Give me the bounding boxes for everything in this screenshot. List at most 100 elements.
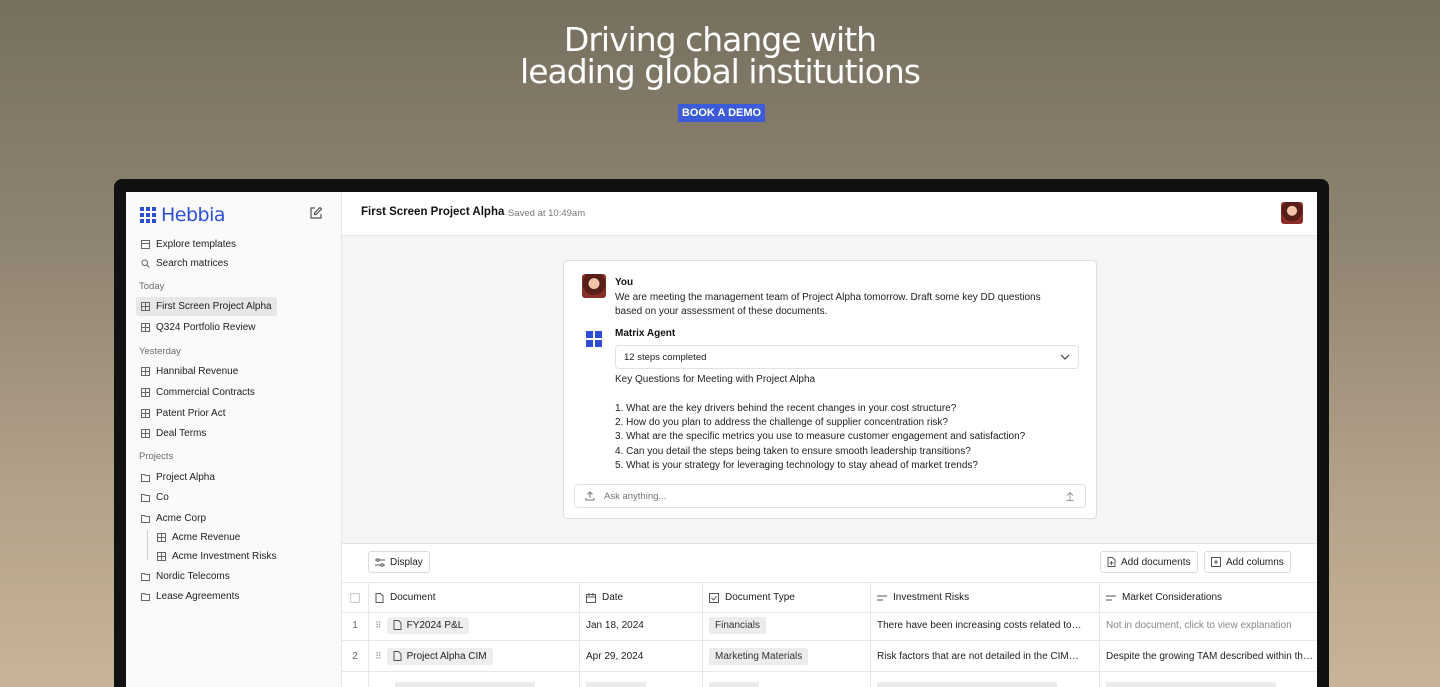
market-considerations-cell[interactable]: Not in document, click to view explanati… <box>1100 610 1317 640</box>
sidebar-item-label: Acme Investment Risks <box>172 551 277 562</box>
search-icon <box>141 259 150 268</box>
section-today: Today <box>139 281 165 292</box>
column-header-investment-risks[interactable]: Investment Risks <box>871 583 1100 612</box>
add-document-icon <box>1107 557 1116 567</box>
column-header-market-considerations[interactable]: Market Considerations <box>1100 583 1317 612</box>
document-type-cell[interactable]: Financials <box>703 610 871 640</box>
document-type-cell[interactable] <box>703 672 871 687</box>
folder-icon <box>141 474 150 482</box>
column-header-document[interactable]: Document <box>369 583 580 612</box>
tree-connector <box>147 530 148 560</box>
placeholder-bar <box>877 682 1057 687</box>
answer-item: 1. What are the key drivers behind the r… <box>615 403 957 414</box>
document-type-tag: Marketing Materials <box>709 647 809 665</box>
investment-risks-cell[interactable]: There have been increasing costs related… <box>871 610 1100 640</box>
sidebar-item-hannibal-revenue[interactable]: Hannibal Revenue <box>136 362 243 381</box>
column-label: Market Considerations <box>1122 592 1223 603</box>
matrix-icon <box>141 302 150 311</box>
sidebar-item-label: Co <box>156 492 169 503</box>
document-chip[interactable]: Project Alpha CIM <box>386 647 493 665</box>
chat-panel: You We are meeting the management team o… <box>342 236 1317 544</box>
sidebar-item-commercial-contracts[interactable]: Commercial Contracts <box>136 383 260 402</box>
table-row[interactable] <box>342 672 1317 687</box>
column-header-document-type[interactable]: Document Type <box>703 583 871 612</box>
sidebar-folder-nordic-telecoms[interactable]: Nordic Telecoms <box>136 567 235 586</box>
checkbox-icon <box>709 592 719 603</box>
select-all-cell <box>342 583 369 612</box>
column-label: Date <box>602 592 624 603</box>
investment-risks-cell[interactable]: Risk factors that are not detailed in th… <box>871 641 1100 671</box>
date-cell[interactable]: Apr 29, 2024 <box>580 641 703 671</box>
date-cell[interactable]: Jan 18, 2024 <box>580 610 703 640</box>
add-documents-button[interactable]: Add documents <box>1100 551 1198 573</box>
sidebar-folder-lease-agreements[interactable]: Lease Agreements <box>136 587 244 606</box>
add-columns-label: Add columns <box>1226 556 1284 568</box>
investment-risks-cell[interactable] <box>871 672 1100 687</box>
matrix-icon <box>141 323 150 332</box>
ask-input[interactable] <box>604 490 1056 502</box>
sidebar-item-acme-investment-risks[interactable]: Acme Investment Risks <box>152 547 281 566</box>
book-demo-button[interactable]: BOOK A DEMO <box>678 104 765 122</box>
sidebar-item-deal-terms[interactable]: Deal Terms <box>136 424 211 443</box>
add-column-icon <box>1211 557 1221 567</box>
document-cell[interactable] <box>369 672 580 687</box>
logo-text: Hebbia <box>161 204 226 226</box>
sidebar-item-first-screen-project-alpha[interactable]: First Screen Project Alpha <box>136 297 277 316</box>
sidebar-item-label: Hannibal Revenue <box>156 366 239 377</box>
document-cell[interactable]: ⠿ FY2024 P&L <box>369 610 580 640</box>
sidebar-search-matrices[interactable]: Search matrices <box>136 254 233 273</box>
sidebar-item-q324-portfolio-review[interactable]: Q324 Portfolio Review <box>136 318 261 337</box>
market-considerations-cell[interactable]: Despite the growing TAM described within… <box>1100 641 1317 671</box>
hebbia-logo-icon <box>140 207 156 223</box>
sidebar-explore-templates[interactable]: Explore templates <box>136 235 241 254</box>
market-considerations-cell[interactable] <box>1100 672 1317 687</box>
folder-icon <box>141 573 150 581</box>
add-documents-label: Add documents <box>1121 556 1191 568</box>
select-all-checkbox[interactable] <box>350 592 360 603</box>
column-header-date[interactable]: Date <box>580 583 703 612</box>
answer-list: 1. What are the key drivers behind the r… <box>615 402 1025 473</box>
sidebar-item-acme-revenue[interactable]: Acme Revenue <box>152 528 245 547</box>
sidebar-item-label: Search matrices <box>156 258 229 269</box>
sidebar-folder-co[interactable]: Co <box>136 488 174 507</box>
document-icon <box>393 651 402 661</box>
compose-icon[interactable] <box>309 206 323 220</box>
user-message: We are meeting the management team of Pr… <box>615 292 1041 317</box>
matrix-icon <box>141 429 150 438</box>
drag-handle-icon[interactable]: ⠿ <box>375 620 382 631</box>
top-bar: First Screen Project Alpha Saved at 10:4… <box>342 192 1317 236</box>
document-name: FY2024 P&L <box>406 619 464 631</box>
user-avatar[interactable] <box>1281 202 1303 224</box>
sliders-icon <box>375 557 385 567</box>
sidebar-item-label: Explore templates <box>156 239 237 250</box>
sidebar-folder-project-alpha[interactable]: Project Alpha <box>136 468 220 487</box>
steps-dropdown[interactable]: 12 steps completed <box>615 345 1079 369</box>
document-type-tag: Financials <box>709 616 767 634</box>
column-label: Investment Risks <box>893 592 970 603</box>
text-lines-icon <box>1106 595 1116 600</box>
table-row[interactable]: 1 ⠿ FY2024 P&L Jan 18, 2024 Financials T… <box>342 610 1317 641</box>
answer-item: 5. What is your strategy for leveraging … <box>615 459 978 471</box>
sidebar-item-patent-prior-act[interactable]: Patent Prior Act <box>136 404 230 423</box>
date-cell[interactable] <box>580 672 703 687</box>
document-chip[interactable]: FY2024 P&L <box>386 616 470 634</box>
matrix-icon <box>157 552 166 561</box>
sidebar-item-label: Acme Revenue <box>172 532 241 543</box>
drag-handle-icon[interactable]: ⠿ <box>375 651 382 662</box>
send-icon[interactable] <box>1065 491 1075 501</box>
matrix-icon <box>141 367 150 376</box>
sidebar-folder-acme-corp[interactable]: Acme Corp <box>136 509 211 528</box>
add-columns-button[interactable]: Add columns <box>1204 551 1291 573</box>
sidebar-item-label: Project Alpha <box>156 472 215 483</box>
app-screen: Hebbia Explore templates Search matrices… <box>126 192 1317 687</box>
document-type-cell[interactable]: Marketing Materials <box>703 641 871 671</box>
document-cell[interactable]: ⠿ Project Alpha CIM <box>369 641 580 671</box>
table-row[interactable]: 2 ⠿ Project Alpha CIM Apr 29, 2024 Marke… <box>342 641 1317 672</box>
row-number: 1 <box>342 610 369 640</box>
hero-title-line-2: leading global institutions <box>520 52 921 91</box>
row-number <box>342 672 369 687</box>
logo: Hebbia <box>140 204 226 226</box>
display-button[interactable]: Display <box>368 551 430 573</box>
sidebar: Hebbia Explore templates Search matrices… <box>126 192 342 687</box>
upload-icon[interactable] <box>585 491 595 501</box>
